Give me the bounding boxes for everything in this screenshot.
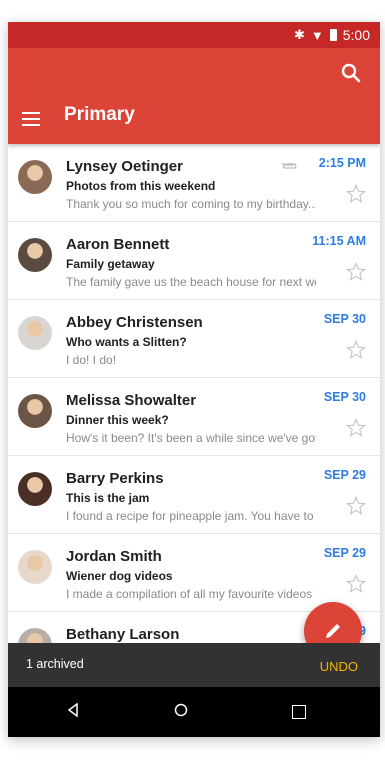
hamburger-line bbox=[22, 118, 40, 120]
email-sender: Lynsey Oetinger bbox=[66, 158, 183, 175]
snackbar-message: 1 archived bbox=[26, 657, 84, 671]
back-button[interactable] bbox=[66, 702, 80, 718]
email-sender: Bethany Larson bbox=[66, 626, 180, 643]
email-subject: Dinner this week? bbox=[66, 413, 169, 427]
star-button[interactable] bbox=[346, 262, 366, 282]
star-icon bbox=[346, 262, 366, 281]
avatar bbox=[18, 238, 52, 272]
email-subject: This is the jam bbox=[66, 491, 150, 505]
email-subject: Family getaway bbox=[66, 257, 155, 271]
email-time: SEP 30 bbox=[323, 312, 366, 326]
email-subject: Wiener dog videos bbox=[66, 569, 173, 583]
phone-screen: ✱ ▼ 5:00 Primary Lynsey Oetinger Photos … bbox=[8, 22, 380, 737]
star-button[interactable] bbox=[346, 418, 366, 438]
email-row[interactable]: Barry Perkins This is the jam I found a … bbox=[8, 456, 380, 534]
recents-button[interactable] bbox=[292, 705, 306, 719]
menu-button[interactable] bbox=[22, 112, 40, 126]
home-button[interactable] bbox=[174, 703, 188, 717]
bluetooth-icon: ✱ bbox=[293, 27, 305, 42]
wifi-icon: ▼ bbox=[310, 27, 324, 43]
email-snippet: How's it been? It's been a while since w… bbox=[66, 431, 316, 445]
avatar bbox=[18, 394, 52, 428]
avatar bbox=[18, 316, 52, 350]
email-sender: Aaron Bennett bbox=[66, 236, 170, 253]
avatar bbox=[18, 550, 52, 584]
email-snippet: The family gave us the beach house for n… bbox=[66, 275, 316, 289]
email-row[interactable]: Jordan Smith Wiener dog videos I made a … bbox=[8, 534, 380, 612]
email-time: 2:15 PM bbox=[318, 156, 366, 170]
undo-button[interactable]: UNDO bbox=[320, 659, 358, 674]
app-bar: Primary bbox=[8, 48, 380, 144]
email-subject: Photos from this weekend bbox=[66, 179, 216, 193]
email-row[interactable]: Aaron Bennett Family getaway The family … bbox=[8, 222, 380, 300]
home-icon bbox=[174, 703, 188, 717]
email-snippet: Thank you so much for coming to my birth… bbox=[66, 197, 316, 211]
star-button[interactable] bbox=[346, 184, 366, 204]
email-row[interactable]: Lynsey Oetinger Photos from this weekend… bbox=[8, 144, 380, 222]
email-row[interactable]: Melissa Showalter Dinner this week? How'… bbox=[8, 378, 380, 456]
email-time: SEP 29 bbox=[323, 468, 366, 482]
star-icon bbox=[346, 340, 366, 359]
star-button[interactable] bbox=[346, 496, 366, 516]
email-snippet: I do! I do! bbox=[66, 353, 117, 367]
email-time: SEP 29 bbox=[323, 546, 366, 560]
page-title: Primary bbox=[64, 104, 135, 125]
back-icon bbox=[67, 702, 78, 718]
email-time: SEP 30 bbox=[323, 390, 366, 404]
email-snippet: I made a compilation of all my favourite… bbox=[66, 587, 316, 601]
star-button[interactable] bbox=[346, 340, 366, 360]
avatar bbox=[18, 160, 52, 194]
star-icon bbox=[346, 496, 366, 515]
search-icon bbox=[341, 63, 361, 83]
status-time: 5:00 bbox=[342, 27, 370, 43]
email-row[interactable]: Abbey Christensen Who wants a Slitten? I… bbox=[8, 300, 380, 378]
pencil-icon bbox=[326, 624, 340, 638]
navigation-bar: UNDO bbox=[8, 659, 380, 737]
hamburger-icon bbox=[22, 112, 40, 114]
star-icon bbox=[346, 574, 366, 593]
email-sender: Barry Perkins bbox=[66, 470, 164, 487]
hamburger-line bbox=[22, 124, 40, 126]
star-icon bbox=[346, 184, 366, 203]
star-icon bbox=[346, 418, 366, 437]
email-subject: Who wants a Slitten? bbox=[66, 335, 187, 349]
email-time: 11:15 AM bbox=[312, 234, 366, 248]
star-button[interactable] bbox=[346, 574, 366, 594]
avatar bbox=[18, 472, 52, 506]
email-sender: Melissa Showalter bbox=[66, 392, 197, 409]
status-bar: ✱ ▼ 5:00 bbox=[8, 22, 380, 48]
attachment-icon bbox=[280, 156, 300, 169]
search-button[interactable] bbox=[340, 62, 362, 84]
email-snippet: I found a recipe for pineapple jam. You … bbox=[66, 509, 316, 523]
email-sender: Jordan Smith bbox=[66, 548, 162, 565]
battery-icon bbox=[329, 29, 337, 41]
email-sender: Abbey Christensen bbox=[66, 314, 203, 331]
screen: ✱ ▼ 5:00 Primary Lynsey Oetinger Photos … bbox=[0, 0, 385, 782]
